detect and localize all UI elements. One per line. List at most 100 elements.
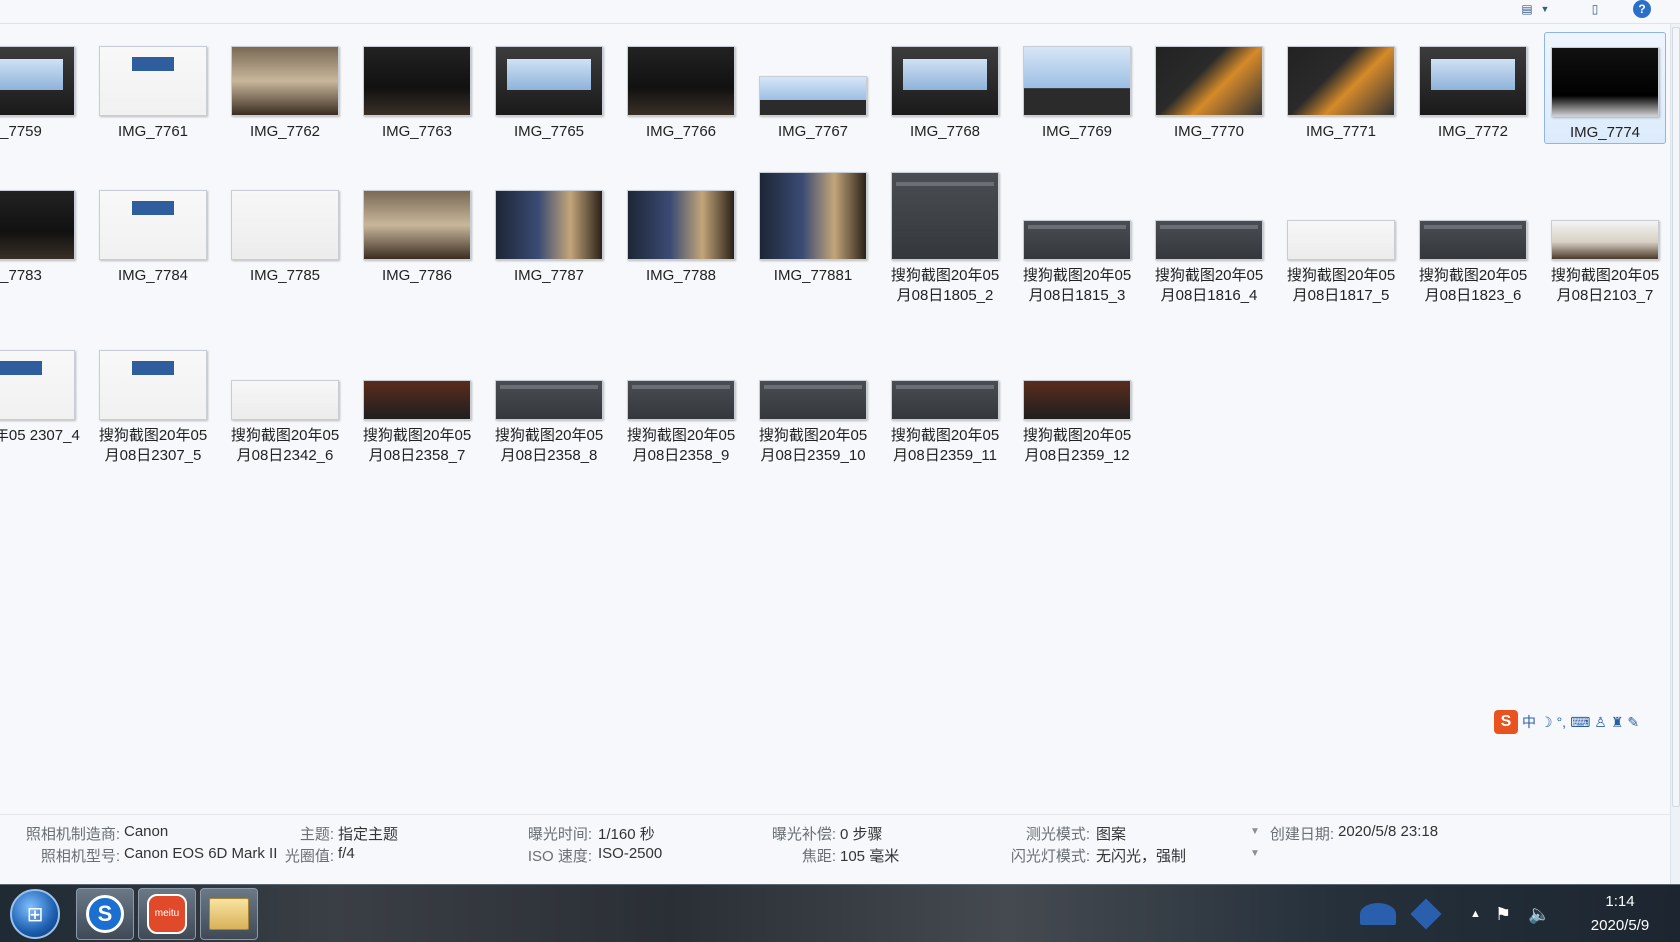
chevron-down-icon[interactable]: ▼ (1538, 0, 1552, 18)
file-item[interactable]: IMG_7771 (1280, 32, 1402, 142)
file-item[interactable]: _7783 (0, 176, 82, 286)
meitu-icon: meitu (147, 894, 187, 934)
file-item[interactable]: IMG_7766 (620, 32, 742, 142)
file-item[interactable]: IMG_7784 (92, 176, 214, 286)
file-name-label: IMG_7765 (513, 123, 585, 140)
file-item[interactable]: 搜狗截图20年05月08日1816_4 (1148, 176, 1270, 306)
thumbnail-frame (0, 176, 82, 266)
file-item[interactable]: 搜狗截图20年05月08日2358_8 (488, 336, 610, 466)
image-thumbnail (495, 190, 603, 260)
image-thumbnail (1287, 46, 1395, 116)
sogou-ime-logo[interactable]: S (1494, 710, 1518, 734)
thumbnail-frame (620, 32, 742, 122)
user-icon[interactable]: ♙ (1594, 714, 1607, 731)
vertical-scrollbar[interactable] (1670, 24, 1680, 884)
help-button[interactable]: ? (1633, 0, 1651, 18)
thumbnail-frame (1148, 32, 1270, 122)
taskbar-app-file-explorer[interactable] (200, 888, 258, 940)
file-item[interactable]: 搜狗截图20年05月08日2358_9 (620, 336, 742, 466)
file-name-label: IMG_7762 (249, 123, 321, 140)
ime-toolbar[interactable]: S 中 ☽ °, ⌨ ♙ ♜ ✎ (1494, 709, 1670, 735)
file-name-label: 搜狗截图20年05月08日1817_5 (1286, 267, 1396, 304)
expand-arrow-icon-2[interactable]: ▼ (1250, 848, 1260, 859)
file-item[interactable]: 搜狗截图20年05月08日1815_3 (1016, 176, 1138, 306)
details-pane: 照相机制造商: Canon 照相机型号: Canon EOS 6D Mark I… (0, 814, 1670, 884)
expand-arrow-icon[interactable]: ▼ (1250, 826, 1260, 837)
taskbar-app-meitu[interactable]: meitu (138, 888, 196, 940)
file-item[interactable]: 搜狗截图20年05月08日2359_12 (1016, 336, 1138, 466)
file-item[interactable]: IMG_7765 (488, 32, 610, 142)
file-item[interactable]: 搜狗截图20年05月08日1817_5 (1280, 176, 1402, 306)
file-name-label: 搜狗截图20年05月08日1805_2 (890, 267, 1000, 304)
file-item[interactable]: IMG_7761 (92, 32, 214, 142)
wrench-icon[interactable]: ✎ (1627, 714, 1639, 731)
file-item[interactable]: IMG_7762 (224, 32, 346, 142)
network-icon[interactable] (1360, 885, 1396, 942)
view-options-icon[interactable]: ▤ (1517, 0, 1537, 18)
exposure-comp-label: 曝光补偿: (771, 826, 836, 843)
file-item[interactable]: IMG_7788 (620, 176, 742, 286)
subject-value[interactable]: 指定主题 (338, 823, 398, 844)
file-name-label: IMG_7769 (1041, 123, 1113, 140)
file-list-view[interactable]: _7759 IMG_7761 IMG_7762 IMG_7763 IMG_7765 IMG… (0, 24, 1670, 814)
file-item[interactable]: 搜狗截图20年05月08日1805_2 (884, 172, 1006, 306)
file-item[interactable]: IMG_7772 (1412, 32, 1534, 142)
file-item[interactable]: IMG_77881 (752, 172, 874, 286)
metering-label: 测光模式: (1025, 826, 1090, 843)
volume-icon[interactable]: 🔈 (1528, 885, 1550, 942)
action-center-flag-icon[interactable]: ⚑ (1495, 885, 1511, 942)
maker-value: Canon (124, 823, 169, 840)
file-name-label: IMG_7785 (249, 267, 321, 284)
maker-label: 照相机制造商: (25, 826, 120, 843)
file-item[interactable]: 搜狗截图20年05月08日2103_7 (1544, 176, 1666, 306)
image-thumbnail (363, 190, 471, 260)
file-item[interactable]: IMG_7785 (224, 176, 346, 286)
file-item[interactable]: 搜狗截图20年05月08日2307_5 (92, 336, 214, 466)
file-item[interactable]: IMG_7767 (752, 32, 874, 142)
file-item[interactable]: IMG_7774 (1544, 32, 1666, 144)
file-name-label: 图20年05 2307_4 (0, 427, 80, 444)
file-name-label: IMG_7763 (381, 123, 453, 140)
file-name-label: IMG_7767 (777, 123, 849, 140)
taskbar-app-sogou-browser[interactable]: S (76, 888, 134, 940)
file-item[interactable]: 搜狗截图20年05月08日2342_6 (224, 336, 346, 466)
scrollbar-thumb[interactable] (1672, 27, 1680, 807)
image-thumbnail (1419, 46, 1527, 116)
file-item[interactable]: 搜狗截图20年05月08日2359_11 (884, 336, 1006, 466)
moon-icon[interactable]: ☽ (1540, 714, 1553, 731)
image-thumbnail (0, 46, 75, 116)
image-thumbnail (99, 46, 207, 116)
flash-value: 无闪光，强制 (1096, 848, 1187, 865)
file-item[interactable]: 搜狗截图20年05月08日1823_6 (1412, 176, 1534, 306)
thumbnail-frame (224, 336, 346, 426)
explorer-toolbar: ▤ ▼ ▯ ? (0, 0, 1680, 24)
file-item[interactable]: 搜狗截图20年05月08日2359_10 (752, 336, 874, 466)
thumbnail-frame (884, 172, 1006, 266)
file-item[interactable]: 搜狗截图20年05月08日2358_7 (356, 336, 478, 466)
punctuation-icon[interactable]: °, (1557, 714, 1567, 730)
start-button[interactable]: ⊞ (10, 889, 60, 939)
flash-label: 闪光灯模式: (1010, 848, 1090, 865)
file-item[interactable]: IMG_7763 (356, 32, 478, 142)
file-item[interactable]: IMG_7786 (356, 176, 478, 286)
system-clock[interactable]: 1:14 2020/5/9 (1570, 890, 1670, 938)
thumbnail-frame (620, 176, 742, 266)
file-name-label: IMG_7786 (381, 267, 453, 284)
file-item[interactable]: 图20年05 2307_4 (0, 336, 82, 446)
file-item[interactable]: IMG_7770 (1148, 32, 1270, 142)
file-item[interactable]: IMG_7787 (488, 176, 610, 286)
file-item[interactable]: IMG_7769 (1016, 32, 1138, 142)
ime-mode-label[interactable]: 中 (1522, 712, 1536, 732)
thumbnail-frame (92, 32, 214, 122)
image-thumbnail (759, 76, 867, 116)
preview-pane-icon[interactable]: ▯ (1585, 0, 1605, 18)
image-thumbnail (1023, 46, 1131, 116)
skin-icon[interactable]: ♜ (1611, 714, 1624, 731)
file-item[interactable]: _7759 (0, 32, 82, 142)
file-item[interactable]: IMG_7768 (884, 32, 1006, 142)
iso-label: ISO 速度: (527, 848, 592, 865)
tray-app-icon[interactable] (1410, 885, 1442, 942)
file-name-label: IMG_7766 (645, 123, 717, 140)
keyboard-icon[interactable]: ⌨ (1570, 714, 1590, 731)
show-hidden-icons[interactable]: ▲ (1470, 885, 1481, 942)
